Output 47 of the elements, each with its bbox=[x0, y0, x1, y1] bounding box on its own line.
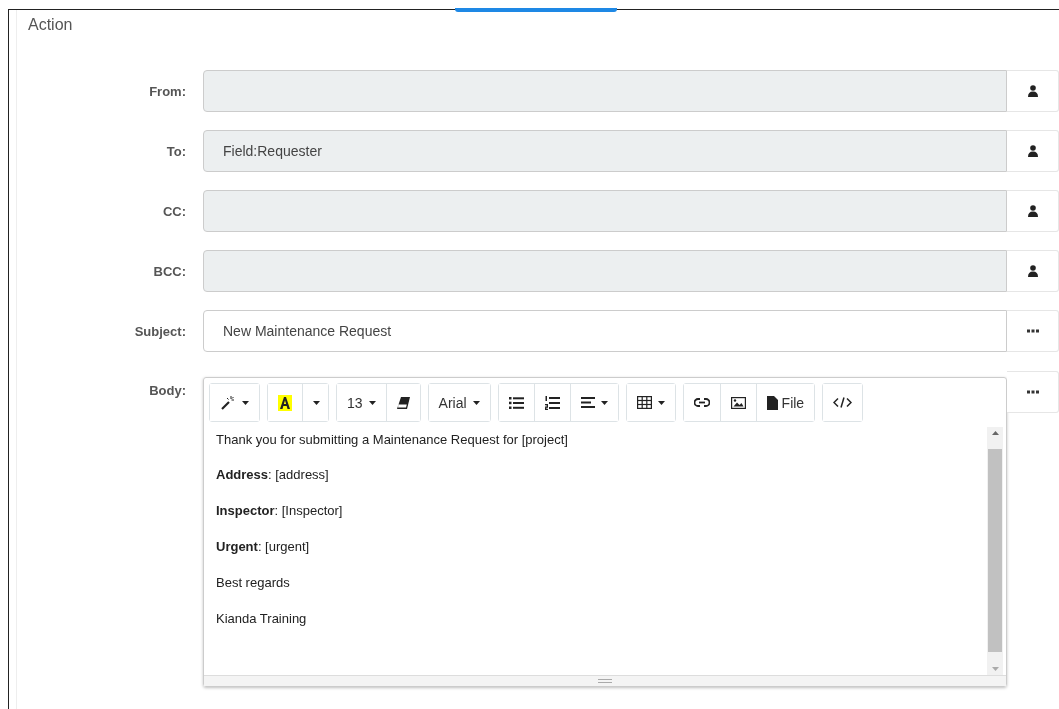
input-field[interactable]: New Maintenance Request bbox=[203, 310, 1007, 352]
body-paragraph: Kianda Training bbox=[216, 610, 308, 628]
bullet-list-icon bbox=[508, 396, 524, 409]
person-icon bbox=[1027, 265, 1038, 277]
resize-handle[interactable] bbox=[204, 675, 1006, 686]
align-button[interactable] bbox=[569, 384, 618, 421]
code-icon bbox=[833, 397, 853, 408]
contact-picker-button[interactable] bbox=[1007, 70, 1059, 112]
image-icon bbox=[730, 396, 746, 409]
contact-picker-button[interactable] bbox=[1007, 250, 1059, 292]
scroll-up-icon bbox=[991, 431, 999, 435]
scroll-down-icon bbox=[991, 667, 999, 671]
magic-wand-icon bbox=[220, 394, 236, 411]
contact-picker-button[interactable] bbox=[1007, 190, 1059, 232]
body-paragraph: Thank you for submitting a Maintenance Request for [project] bbox=[216, 431, 569, 449]
file-icon bbox=[766, 395, 778, 410]
person-icon bbox=[1027, 145, 1038, 157]
align-icon bbox=[580, 397, 595, 408]
link-icon bbox=[693, 398, 710, 407]
body-paragraph: Urgent: [urgent] bbox=[216, 538, 311, 556]
table-icon bbox=[636, 396, 652, 409]
table-button[interactable] bbox=[626, 384, 675, 421]
ellipsis-icon bbox=[1026, 329, 1039, 333]
magic-button[interactable] bbox=[210, 384, 259, 421]
field-label: Body: bbox=[148, 382, 187, 398]
eraser-icon bbox=[396, 396, 410, 409]
text-button[interactable]: Arial bbox=[428, 384, 490, 421]
file-button[interactable]: File bbox=[755, 384, 815, 421]
person-icon bbox=[1027, 85, 1038, 97]
ellipsis-icon bbox=[1026, 390, 1039, 394]
body-paragraph: Best regards bbox=[216, 574, 291, 592]
body-paragraph: Address: [address] bbox=[216, 466, 330, 484]
person-icon bbox=[1027, 205, 1038, 217]
scrollbar[interactable] bbox=[987, 427, 1003, 675]
field-label: From: bbox=[148, 83, 187, 99]
body-paragraph: Inspector: [Inspector] bbox=[216, 502, 344, 520]
contact-picker-button[interactable] bbox=[1007, 130, 1059, 172]
panel-title: Action bbox=[28, 15, 74, 35]
field-label: Subject: bbox=[133, 323, 187, 339]
numbered-list-icon bbox=[544, 395, 560, 410]
code-button[interactable] bbox=[823, 384, 863, 421]
field-label: To: bbox=[165, 143, 187, 159]
eraser-button[interactable] bbox=[385, 384, 420, 421]
grip-icon bbox=[598, 679, 612, 683]
field-label: BCC: bbox=[152, 263, 187, 279]
field-label: CC: bbox=[161, 203, 187, 219]
highlight-color-icon bbox=[278, 394, 292, 411]
